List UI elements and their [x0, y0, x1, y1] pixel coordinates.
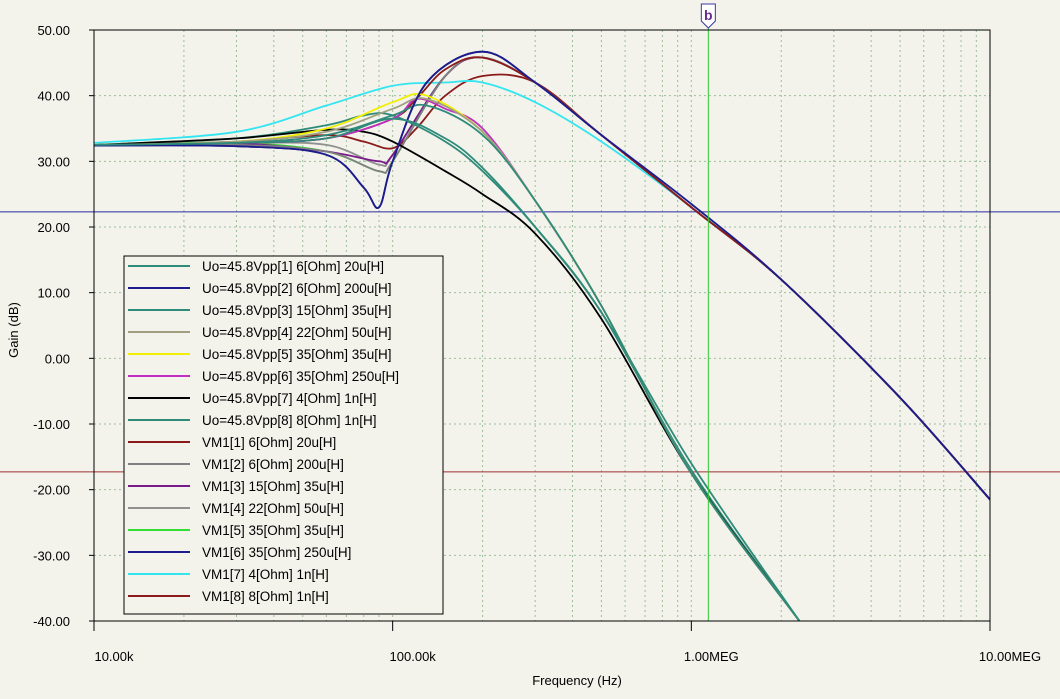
y-tick-label: 50.00 [37, 23, 70, 38]
y-tick-label: 0.00 [45, 351, 70, 366]
legend-label: VM1[3] 15[Ohm] 35u[H] [202, 479, 344, 494]
legend-label: VM1[7] 4[Ohm] 1n[H] [202, 567, 329, 582]
legend-label: Uo=45.8Vpp[8] 8[Ohm] 1n[H] [202, 413, 376, 428]
legend-label: VM1[2] 6[Ohm] 200u[H] [202, 457, 344, 472]
x-tick-label: 1.00MEG [684, 649, 739, 664]
y-tick-label: 30.00 [37, 154, 70, 169]
legend-label: Uo=45.8Vpp[1] 6[Ohm] 20u[H] [202, 259, 384, 274]
legend-label: Uo=45.8Vpp[2] 6[Ohm] 200u[H] [202, 281, 392, 296]
y-tick-label: -40.00 [33, 614, 70, 629]
y-tick-label: -20.00 [33, 483, 70, 498]
x-axis-title: Frequency (Hz) [532, 673, 622, 688]
y-tick-label: 20.00 [37, 220, 70, 235]
gain-frequency-chart: 50.00 40.00 30.00 20.00 10.00 0.00 -10.00 -20.0… [0, 3, 1060, 688]
y-tick-label: 10.00 [37, 286, 70, 301]
legend-label: Uo=45.8Vpp[5] 35[Ohm] 35u[H] [202, 347, 392, 362]
y-tick-label: -30.00 [33, 548, 70, 563]
x-tick-label: 100.00k [390, 649, 437, 664]
y-tick-label: -10.00 [33, 417, 70, 432]
y-axis-title: Gain (dB) [6, 302, 21, 358]
legend: Uo=45.8Vpp[1] 6[Ohm] 20u[H] Uo=45.8Vpp[2]… [123, 255, 444, 615]
y-tick-label: 40.00 [37, 89, 70, 104]
legend-label: VM1[6] 35[Ohm] 250u[H] [202, 545, 351, 560]
frequency-cursor[interactable]: b [700, 3, 716, 621]
x-tick-label: 10.00k [94, 649, 134, 664]
legend-label: VM1[1] 6[Ohm] 20u[H] [202, 435, 336, 450]
legend-label: VM1[5] 35[Ohm] 35u[H] [202, 523, 344, 538]
legend-label: Uo=45.8Vpp[3] 15[Ohm] 35u[H] [202, 303, 392, 318]
legend-label: Uo=45.8Vpp[7] 4[Ohm] 1n[H] [202, 391, 376, 406]
cursor-label: b [704, 7, 713, 23]
legend-label: VM1[4] 22[Ohm] 50u[H] [202, 501, 344, 516]
legend-label: VM1[8] 8[Ohm] 1n[H] [202, 589, 329, 604]
x-tick-label: 10.00MEG [979, 649, 1041, 664]
legend-label: Uo=45.8Vpp[6] 35[Ohm] 250u[H] [202, 369, 399, 384]
legend-label: Uo=45.8Vpp[4] 22[Ohm] 50u[H] [202, 325, 392, 340]
